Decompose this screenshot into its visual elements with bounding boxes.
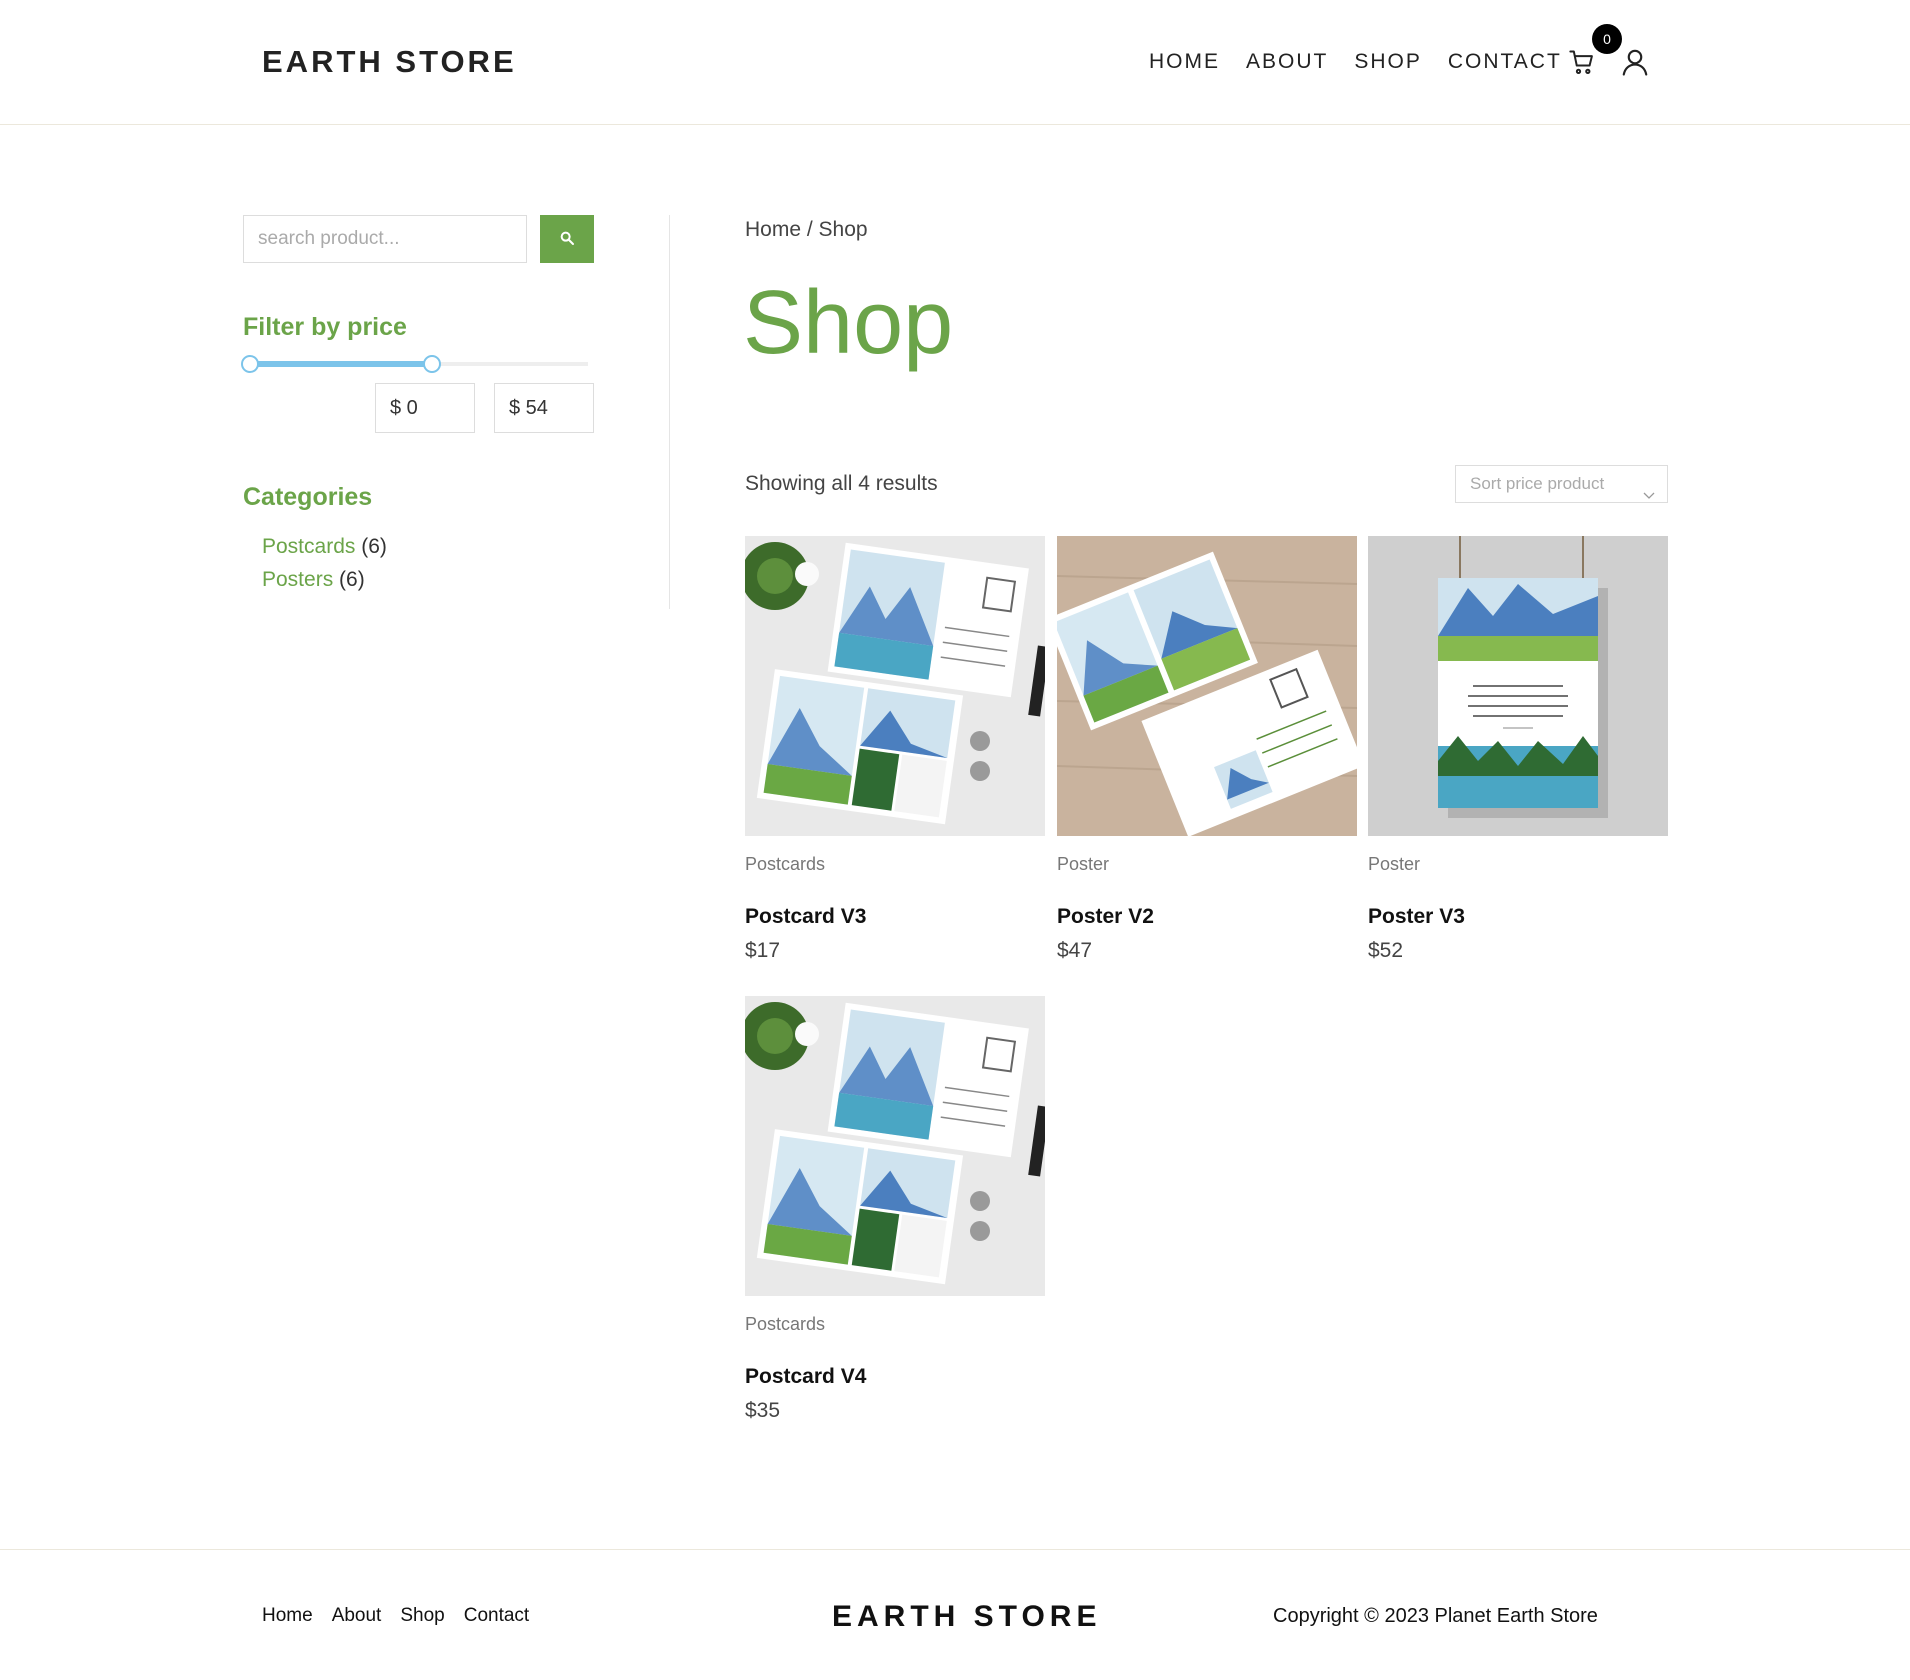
search-button[interactable] — [540, 215, 594, 263]
site-logo[interactable]: EARTH STORE — [262, 44, 517, 80]
category-link-postcards[interactable]: Postcards — [262, 535, 355, 558]
product-category: Postcards — [745, 854, 826, 874]
product-card[interactable]: Postcards Postcard V3 $17 — [745, 536, 1045, 963]
cart-icon[interactable] — [1568, 48, 1596, 76]
product-image-postcard-v3[interactable] — [745, 536, 1045, 836]
footer-link-home[interactable]: Home — [262, 1605, 313, 1627]
nav-shop[interactable]: SHOP — [1354, 50, 1422, 74]
chevron-down-icon — [1643, 478, 1655, 499]
footer-link-shop[interactable]: Shop — [400, 1605, 444, 1627]
nav-home[interactable]: HOME — [1149, 50, 1220, 74]
nav-about[interactable]: ABOUT — [1246, 50, 1328, 74]
cart-count-badge: 0 — [1592, 24, 1622, 54]
categories-heading: Categories — [243, 483, 373, 511]
footer-nav: Home About Shop Contact — [262, 1605, 529, 1627]
footer-logo: EARTH STORE — [832, 1600, 1102, 1633]
category-item: Postcards (6) — [262, 530, 387, 563]
site-footer: Home About Shop Contact EARTH STORE Copy… — [0, 1549, 1910, 1680]
sidebar-divider — [669, 215, 670, 609]
user-icon[interactable] — [1620, 47, 1650, 77]
copyright-text: Copyright © 2023 Planet Earth Store — [1273, 1605, 1598, 1627]
product-category: Poster — [1368, 854, 1421, 874]
category-item: Posters (6) — [262, 563, 387, 596]
product-image-poster-v2[interactable] — [1057, 536, 1357, 836]
sort-select[interactable]: Sort price product — [1455, 465, 1668, 503]
product-card[interactable]: Postcards Postcard V4 $35 — [745, 996, 1045, 1423]
product-price: $17 — [745, 939, 781, 962]
product-name[interactable]: Postcard V4 — [745, 1365, 1045, 1389]
product-price: $35 — [745, 1399, 781, 1422]
product-price: $47 — [1057, 939, 1093, 962]
category-list: Postcards (6) Posters (6) — [262, 530, 387, 596]
search-icon — [559, 230, 575, 249]
category-count: (6) — [361, 535, 387, 558]
sort-select-label: Sort price product — [1470, 474, 1605, 493]
product-name[interactable]: Poster V2 — [1057, 905, 1357, 929]
price-max-field[interactable]: $ 54 — [494, 383, 594, 433]
product-category: Poster — [1057, 854, 1110, 874]
product-name[interactable]: Poster V3 — [1368, 905, 1668, 929]
footer-link-contact[interactable]: Contact — [464, 1605, 529, 1627]
breadcrumb[interactable]: Home / Shop — [745, 218, 868, 242]
product-name[interactable]: Postcard V3 — [745, 905, 1045, 929]
site-header: EARTH STORE HOME ABOUT SHOP CONTACT 0 — [0, 0, 1910, 125]
nav-contact[interactable]: CONTACT — [1448, 50, 1562, 74]
main-nav: HOME ABOUT SHOP CONTACT — [1149, 50, 1562, 74]
product-category: Postcards — [745, 1314, 826, 1334]
page-title: Shop — [743, 273, 954, 373]
product-price: $52 — [1368, 939, 1404, 962]
price-slider-range — [250, 361, 432, 367]
category-link-posters[interactable]: Posters — [262, 568, 333, 591]
product-image-poster-v3[interactable] — [1368, 536, 1668, 836]
product-image-postcard-v4[interactable] — [745, 996, 1045, 1296]
product-card[interactable]: Poster Poster V2 $47 — [1057, 536, 1357, 963]
product-card[interactable]: Poster Poster V3 $52 — [1368, 536, 1668, 963]
price-slider-min-handle[interactable] — [241, 355, 259, 373]
filter-price-heading: Filter by price — [243, 313, 407, 341]
results-count: Showing all 4 results — [745, 472, 938, 495]
price-min-field[interactable]: $ 0 — [375, 383, 475, 433]
footer-link-about[interactable]: About — [332, 1605, 382, 1627]
search-input[interactable] — [243, 215, 527, 263]
category-count: (6) — [339, 568, 365, 591]
price-slider-max-handle[interactable] — [423, 355, 441, 373]
